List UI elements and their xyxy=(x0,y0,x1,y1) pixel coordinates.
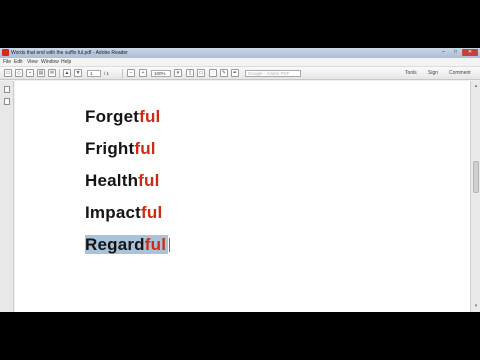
word-suffix: ful xyxy=(138,171,160,190)
navigation-pane xyxy=(0,81,14,312)
close-button[interactable]: ✕ xyxy=(462,49,478,56)
text-cursor-icon xyxy=(169,238,171,252)
email-icon[interactable]: ✉ xyxy=(48,69,56,77)
toolbar-separator xyxy=(122,69,123,78)
document-page: Forgetful Frightful Healthful Impactful … xyxy=(15,81,470,312)
fit-width-icon[interactable]: ▭ xyxy=(197,69,205,77)
next-page-icon[interactable]: ▼ xyxy=(74,69,82,77)
toolbar-separator xyxy=(59,69,60,78)
window-title: Words that end with the suffix ful.pdf -… xyxy=(11,50,128,56)
menu-help[interactable]: Help xyxy=(61,59,71,66)
menu-bar: File Edit View Window Help xyxy=(0,58,480,67)
page-thumbnails-icon[interactable] xyxy=(4,86,10,93)
comment-pane-button[interactable]: Comment xyxy=(449,70,471,77)
word-suffix: ful xyxy=(141,203,163,222)
title-bar: Words that end with the suffix ful.pdf -… xyxy=(0,48,480,58)
menu-edit[interactable]: Edit xyxy=(14,59,23,66)
word-item-selected[interactable]: Regardful xyxy=(85,234,171,256)
highlight-icon[interactable]: ✎ xyxy=(220,69,228,77)
word-suffix: ful xyxy=(144,235,167,254)
vertical-scrollbar[interactable]: ▴ ▾ xyxy=(470,81,480,312)
word-item: Impactful xyxy=(85,202,162,224)
zoom-dropdown-icon[interactable]: ▾ xyxy=(174,69,182,77)
word-suffix: ful xyxy=(134,139,156,158)
toolbar: ▭ ◇ ▪ ▤ ✉ ▲ ▼ 1 / 1 – + 100% ▾ ▯ ▭ ◌ ✎ ✒… xyxy=(0,67,480,80)
scroll-thumb[interactable] xyxy=(473,161,479,193)
zoom-select[interactable]: 100% xyxy=(151,70,171,77)
word-suffix: ful xyxy=(139,107,161,126)
zoom-in-button[interactable]: + xyxy=(139,69,147,77)
page-total: / 1 xyxy=(104,71,110,76)
menu-view[interactable]: View xyxy=(27,59,38,66)
search-field[interactable]: Google - Adobe PDF xyxy=(245,70,301,77)
open-icon[interactable]: ▭ xyxy=(4,69,12,77)
word-stem: Forget xyxy=(85,107,140,126)
fit-page-icon[interactable]: ▯ xyxy=(186,69,194,77)
scroll-up-icon[interactable]: ▴ xyxy=(473,83,479,89)
word-stem: Impact xyxy=(85,203,141,222)
page-number-input[interactable]: 1 xyxy=(87,70,101,77)
word-item: Healthful xyxy=(85,170,160,192)
attachments-icon[interactable] xyxy=(4,98,10,105)
create-pdf-icon[interactable]: ◇ xyxy=(15,69,23,77)
adobe-reader-window: Words that end with the suffix ful.pdf -… xyxy=(0,48,480,312)
previous-page-icon[interactable]: ▲ xyxy=(63,69,71,77)
adobe-reader-icon xyxy=(2,49,9,56)
menu-file[interactable]: File xyxy=(3,59,11,66)
word-stem: Regard xyxy=(85,235,145,254)
text-selection-highlight[interactable]: Regardful xyxy=(85,235,169,254)
word-item: Frightful xyxy=(85,138,156,160)
print-icon[interactable]: ▤ xyxy=(37,69,45,77)
zoom-out-button[interactable]: – xyxy=(127,69,135,77)
word-stem: Health xyxy=(85,171,139,190)
word-item: Forgetful xyxy=(85,106,160,128)
maximize-button[interactable]: □ xyxy=(450,49,461,56)
sign-pane-button[interactable]: Sign xyxy=(428,70,438,77)
save-icon[interactable]: ▪ xyxy=(26,69,34,77)
minimize-button[interactable]: – xyxy=(438,49,449,56)
menu-window[interactable]: Window xyxy=(41,59,59,66)
scroll-down-icon[interactable]: ▾ xyxy=(473,303,479,309)
sign-pen-icon[interactable]: ✒ xyxy=(231,69,239,77)
comment-bubble-icon[interactable]: ◌ xyxy=(209,69,217,77)
word-stem: Fright xyxy=(85,139,135,158)
tools-pane-button[interactable]: Tools xyxy=(405,70,417,77)
